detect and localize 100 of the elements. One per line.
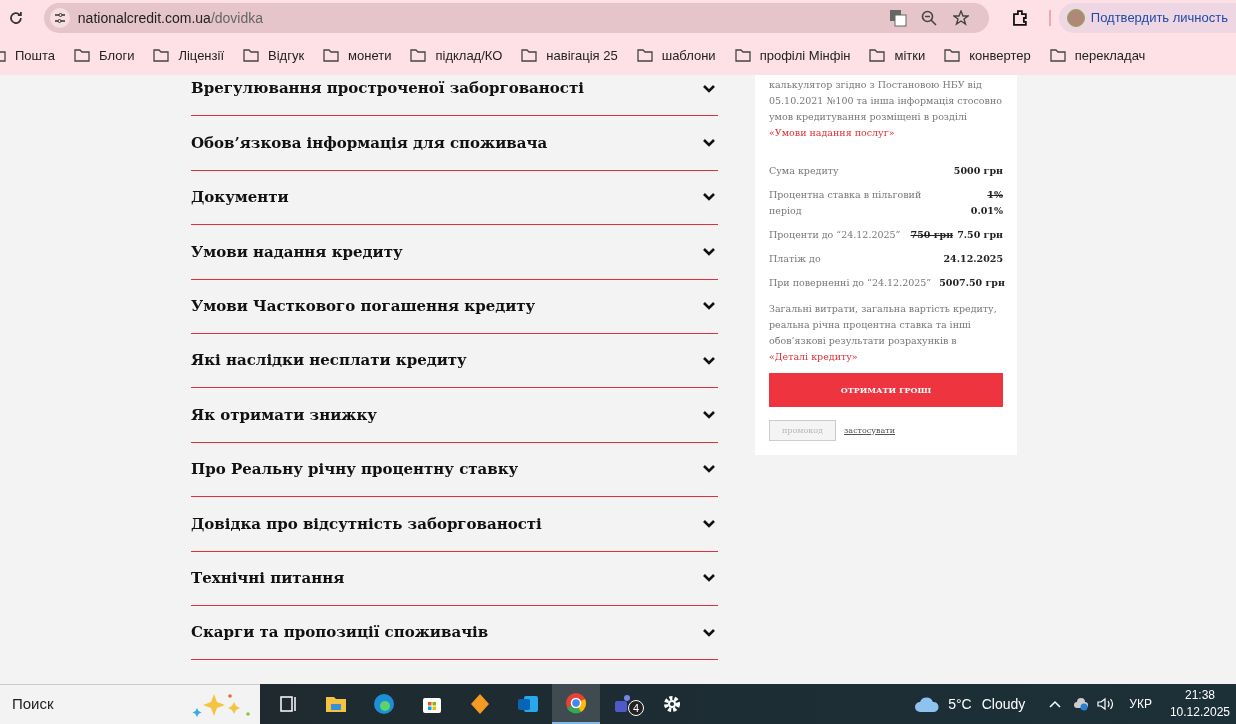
folder-icon xyxy=(1049,49,1066,62)
chevron-icon xyxy=(703,465,715,474)
bookmark[interactable]: конвертер xyxy=(944,45,1031,66)
accordion-item[interactable]: Довідка про відсутність заборгованості xyxy=(191,497,718,552)
accordion-title: Скарги та пропозиції споживачів xyxy=(191,622,489,644)
zoom-icon[interactable] xyxy=(921,10,937,26)
old-value: 1% xyxy=(987,188,1003,202)
cloud-icon[interactable] xyxy=(1073,697,1090,711)
folder-icon xyxy=(944,49,961,62)
info-text: Загальні витрати, загальна вартість кредиту, реальна річна процентна ставка та інші обов’язкові результати розрахунків в «Деталі кредиту» xyxy=(769,302,998,364)
avatar-icon xyxy=(1066,9,1085,27)
bookmark[interactable]: перекладач xyxy=(1049,45,1146,66)
accordion-item[interactable]: Документи xyxy=(191,170,718,226)
bookmark-label: Відгук xyxy=(268,46,305,65)
folder-icon xyxy=(636,49,653,62)
bookmark[interactable]: підклад/КО xyxy=(410,45,503,66)
taskbar-app[interactable]: 4 xyxy=(600,684,648,724)
accordion-item[interactable]: Як отримати знижку xyxy=(191,388,718,443)
address-bar[interactable]: nationalcredit.com.ua/dovidka xyxy=(43,3,989,33)
accordion-item[interactable]: Умови Часткового погашення кредиту xyxy=(191,279,718,334)
get-money-button[interactable]: ОТРИМАТИ ГРОШІ xyxy=(769,373,1003,407)
accordion-item[interactable]: Врегулювання простроченої заборгованості xyxy=(191,75,718,117)
chevron-icon xyxy=(703,193,715,202)
accordion-item[interactable]: Які наслідки несплати кредиту xyxy=(191,333,718,389)
clock-time[interactable]: 21:38 xyxy=(1184,687,1215,704)
row-label: Сума кредиту xyxy=(769,164,839,178)
language-indicator[interactable]: УКР xyxy=(1129,695,1152,713)
bookmark-label: Ліцензії xyxy=(178,46,224,65)
row-value: 24.12.2025 xyxy=(943,252,1003,266)
clock-date[interactable]: 10.12.2025 xyxy=(1169,704,1230,721)
accordion-title: Довідка про відсутність заборгованості xyxy=(191,513,542,535)
folder-icon xyxy=(869,49,886,62)
bookmark[interactable]: Ліцензії xyxy=(153,45,224,66)
bookmark[interactable]: Блоги xyxy=(74,45,135,66)
chevron-icon xyxy=(703,139,715,148)
chevron-icon xyxy=(703,356,715,365)
bookmark-label: конвертер xyxy=(969,46,1031,65)
accordion-item[interactable]: Умови надання кредиту xyxy=(191,225,718,280)
bookmark-label: шаблони xyxy=(661,46,716,65)
chevron-icon xyxy=(703,574,715,583)
accordion-title: Врегулювання простроченої заборгованості xyxy=(191,78,584,100)
bookmark[interactable]: мітки xyxy=(869,45,926,66)
row-label: При поверненні до “24.12.2025” xyxy=(769,276,932,290)
info-text: калькулятор згідно з Постановою НБУ від 05.10.2021 №100 та інша інформація стосовно умов кредитування розміщені в розділі «Умови надання послуг» xyxy=(769,78,1003,140)
bookmark[interactable]: шаблони xyxy=(636,45,716,66)
bookmark-label: перекладач xyxy=(1074,46,1146,65)
row-value: 0.01% xyxy=(970,204,1003,218)
weather-text: Cloudy xyxy=(981,694,1026,714)
row-value: 5007.50 грн xyxy=(939,276,1005,290)
bookmark[interactable]: профілі Мінфін xyxy=(734,45,851,66)
extensions-icon[interactable] xyxy=(1011,9,1029,27)
chevron-icon xyxy=(703,411,715,420)
shapes-icon xyxy=(468,692,492,716)
folder-icon xyxy=(521,49,538,62)
profile-button[interactable]: Подтвердить личность xyxy=(1058,3,1236,33)
accordion-title: Які наслідки несплати кредиту xyxy=(191,350,467,372)
row-label: Платіж до xyxy=(769,252,821,266)
details-link[interactable]: «Деталі кредиту» xyxy=(769,351,858,362)
chevron-icon xyxy=(703,628,715,637)
bookmark[interactable]: Пошта xyxy=(0,45,56,66)
bookmark-label: підклад/КО xyxy=(435,46,503,65)
row-label: Проценти до “24.12.2025” xyxy=(769,228,901,242)
accordion-title: Документи xyxy=(191,187,289,209)
cloud-icon[interactable] xyxy=(914,695,941,713)
accordion-title: Умови надання кредиту xyxy=(191,241,403,263)
folder-icon xyxy=(323,49,340,62)
folder-icon xyxy=(734,49,751,62)
url-text: nationalcredit.com.ua/dovidka xyxy=(77,8,264,28)
old-value: 750 грн xyxy=(910,228,954,242)
taskbar-search-field[interactable]: Поиск xyxy=(0,684,260,724)
site-settings-icon[interactable] xyxy=(49,8,70,28)
accordion-item[interactable]: Про Реальну річну процентну ставку xyxy=(191,442,718,498)
folder-icon xyxy=(74,49,91,62)
speaker-icon[interactable] xyxy=(1097,697,1116,711)
folder-icon xyxy=(410,49,427,62)
folder-icon xyxy=(243,49,259,62)
row-value: 7.50 грн xyxy=(957,228,1003,242)
accordion-item[interactable]: Обов’язкова інформація для споживача xyxy=(191,116,718,171)
accordion-title: Технічні питання xyxy=(191,567,345,589)
star-icon[interactable] xyxy=(953,10,969,26)
sparkle-icon xyxy=(192,691,252,718)
chevron-icon xyxy=(703,247,715,256)
terms-link[interactable]: «Умови надання послуг» xyxy=(769,127,895,138)
temperature-text: 5°C xyxy=(948,694,972,714)
reload-icon[interactable] xyxy=(8,10,24,26)
bookmark-label: Блоги xyxy=(99,46,135,65)
bookmark[interactable]: навігація 25 xyxy=(521,45,618,66)
chevron-icon xyxy=(703,519,715,528)
bookmark[interactable]: монети xyxy=(323,45,392,66)
accordion-item[interactable]: Технічні питання xyxy=(191,551,718,606)
accordion-title: Обов’язкова інформація для споживача xyxy=(191,132,548,154)
bookmark[interactable]: Відгук xyxy=(243,45,305,66)
row-value: 5000 грн xyxy=(953,164,1003,178)
bookmark-label: навігація 25 xyxy=(546,46,618,65)
bookmark-label: профілі Мінфін xyxy=(759,46,851,65)
bookmark-label: мітки xyxy=(894,46,926,65)
accordion-item[interactable]: Скарги та пропозиції споживачів xyxy=(191,605,718,661)
folder-icon xyxy=(153,49,170,62)
apply-link[interactable]: застосувати xyxy=(844,424,896,437)
chevron-up-icon[interactable] xyxy=(1049,700,1062,708)
